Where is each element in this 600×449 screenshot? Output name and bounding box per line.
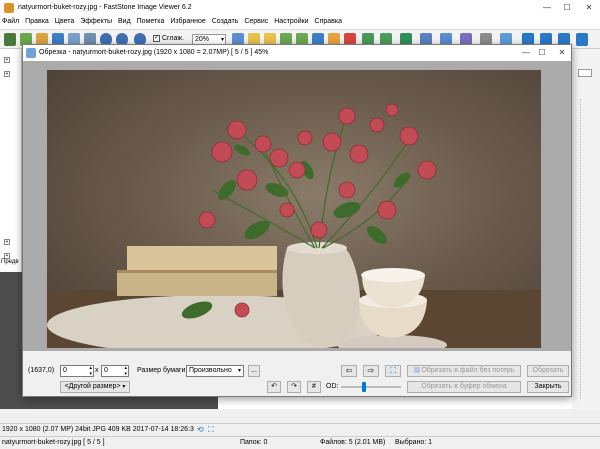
paper-options-button[interactable]: ...	[248, 365, 260, 377]
dialog-close-button[interactable]: ✕	[555, 47, 569, 59]
right-panel	[572, 49, 600, 409]
fit-icon[interactable]: ⛶	[208, 425, 214, 435]
window-titlebar: natyurmort-buket-rozy.jpg - FastStone Im…	[0, 0, 600, 16]
zoom-value: 20%	[195, 36, 210, 43]
menu-help[interactable]: Справка	[313, 16, 344, 27]
menu-create[interactable]: Создать	[210, 16, 241, 27]
statusbar: natyurmort-buket-rozy.jpg [ 5 / 5 ] Папо…	[0, 436, 600, 449]
chevron-down-icon: ▾	[237, 368, 241, 374]
dialog-title: Обрезка - natyurmort-buket-rozy.jpg (192…	[39, 49, 269, 56]
app-icon	[4, 3, 14, 13]
menu-colors[interactable]: Цвета	[53, 16, 77, 27]
minimize-button[interactable]: —	[540, 2, 554, 14]
window-title: natyurmort-buket-rozy.jpg - FastStone Im…	[18, 4, 192, 11]
menu-effects[interactable]: Эффекты	[78, 16, 114, 27]
fit-frame-icon[interactable]: ⛶	[385, 365, 401, 377]
menubar: Файл Правка Цвета Эффекты Вид Пометка Из…	[0, 16, 600, 30]
maximize-button[interactable]: ☐	[560, 2, 574, 14]
tree-line	[580, 99, 590, 399]
status-files: Файлов: 5 (2.01 MB)	[320, 439, 386, 446]
smooth-label: Сглаж.	[161, 35, 185, 42]
tree-expand-icon[interactable]: +	[4, 57, 10, 63]
od-slider-track[interactable]	[341, 386, 401, 388]
paper-size-select[interactable]: Произвольно ▾	[186, 365, 244, 377]
crop-icon	[26, 48, 36, 58]
arrow-right-icon[interactable]: ⇨	[363, 365, 379, 377]
chevron-down-icon: ▾	[122, 384, 126, 390]
tree-expand-icon[interactable]: +	[4, 71, 10, 77]
od-slider-thumb[interactable]	[362, 382, 366, 392]
photo[interactable]	[47, 70, 541, 348]
status-file: natyurmort-buket-rozy.jpg [ 5 / 5 ]	[2, 439, 105, 446]
rotate-left-icon[interactable]: ↶	[267, 381, 281, 393]
menu-tools[interactable]: Сервис	[242, 16, 270, 27]
height-input[interactable]: 0 ▴ ▾	[101, 365, 129, 377]
spin-icon[interactable]: ▴ ▾	[124, 365, 127, 377]
grid-icon[interactable]: #	[307, 381, 321, 393]
crop-lossless-button[interactable]: Обрезать в файл без потерь	[407, 365, 521, 377]
height-value: 0	[104, 367, 108, 374]
tree-expand-icon[interactable]: +	[4, 239, 10, 245]
menu-edit[interactable]: Правка	[23, 16, 51, 27]
rotate-icon[interactable]: ⟲	[197, 425, 204, 434]
rotate-right-icon[interactable]: ↷	[287, 381, 301, 393]
crop-button[interactable]: Обрезать	[527, 365, 569, 377]
preview-label: Предв	[1, 259, 19, 265]
still-life-image	[47, 103, 541, 348]
arrow-left-icon[interactable]: ⇦	[341, 365, 357, 377]
dialog-maximize-button[interactable]: ☐	[535, 47, 549, 59]
crop-canvas[interactable]	[23, 61, 571, 351]
menu-tag[interactable]: Пометка	[135, 16, 167, 27]
menu-view[interactable]: Вид	[116, 16, 133, 27]
dropdown-icon[interactable]	[578, 69, 592, 77]
close-button[interactable]: ✕	[582, 2, 596, 14]
paper-size-label: Размер бумаги:	[137, 367, 188, 374]
od-label: OD:	[326, 383, 339, 390]
save-icon	[413, 367, 420, 374]
image-info-bar: 1920 x 1080 (2.07 MP) 24bit JPG 409 KB 2…	[0, 423, 600, 435]
image-info: 1920 x 1080 (2.07 MP) 24bit JPG 409 KB 2…	[2, 426, 194, 433]
status-folders: Папок: 0	[240, 439, 268, 446]
dialog-minimize-button[interactable]: —	[519, 47, 533, 59]
open-folder-icon[interactable]	[4, 33, 16, 46]
width-input[interactable]: 0 ▴ ▾	[60, 365, 94, 377]
paper-size-value: Произвольно	[189, 367, 232, 374]
cursor-coords: (1637,0)	[28, 367, 55, 374]
crop-clipboard-button[interactable]: Обрезать в буфер обмена	[407, 381, 521, 393]
other-size-button[interactable]: <Другой размер> ▾	[60, 381, 130, 393]
menu-file[interactable]: Файл	[0, 16, 21, 27]
status-selected: Выбрано: 1	[395, 439, 433, 446]
layout-4-icon[interactable]	[576, 33, 588, 46]
close-dialog-button[interactable]: Закрыть	[527, 381, 569, 393]
menu-settings[interactable]: Настройки	[272, 16, 310, 27]
crop-dialog: Обрезка - natyurmort-buket-rozy.jpg (192…	[22, 44, 572, 397]
width-value: 0	[63, 367, 67, 374]
menu-favorites[interactable]: Избранное	[168, 16, 207, 27]
size-separator: x	[95, 367, 99, 374]
dialog-titlebar: Обрезка - natyurmort-buket-rozy.jpg (192…	[23, 45, 571, 61]
spin-icon[interactable]: ▴ ▾	[89, 365, 92, 377]
